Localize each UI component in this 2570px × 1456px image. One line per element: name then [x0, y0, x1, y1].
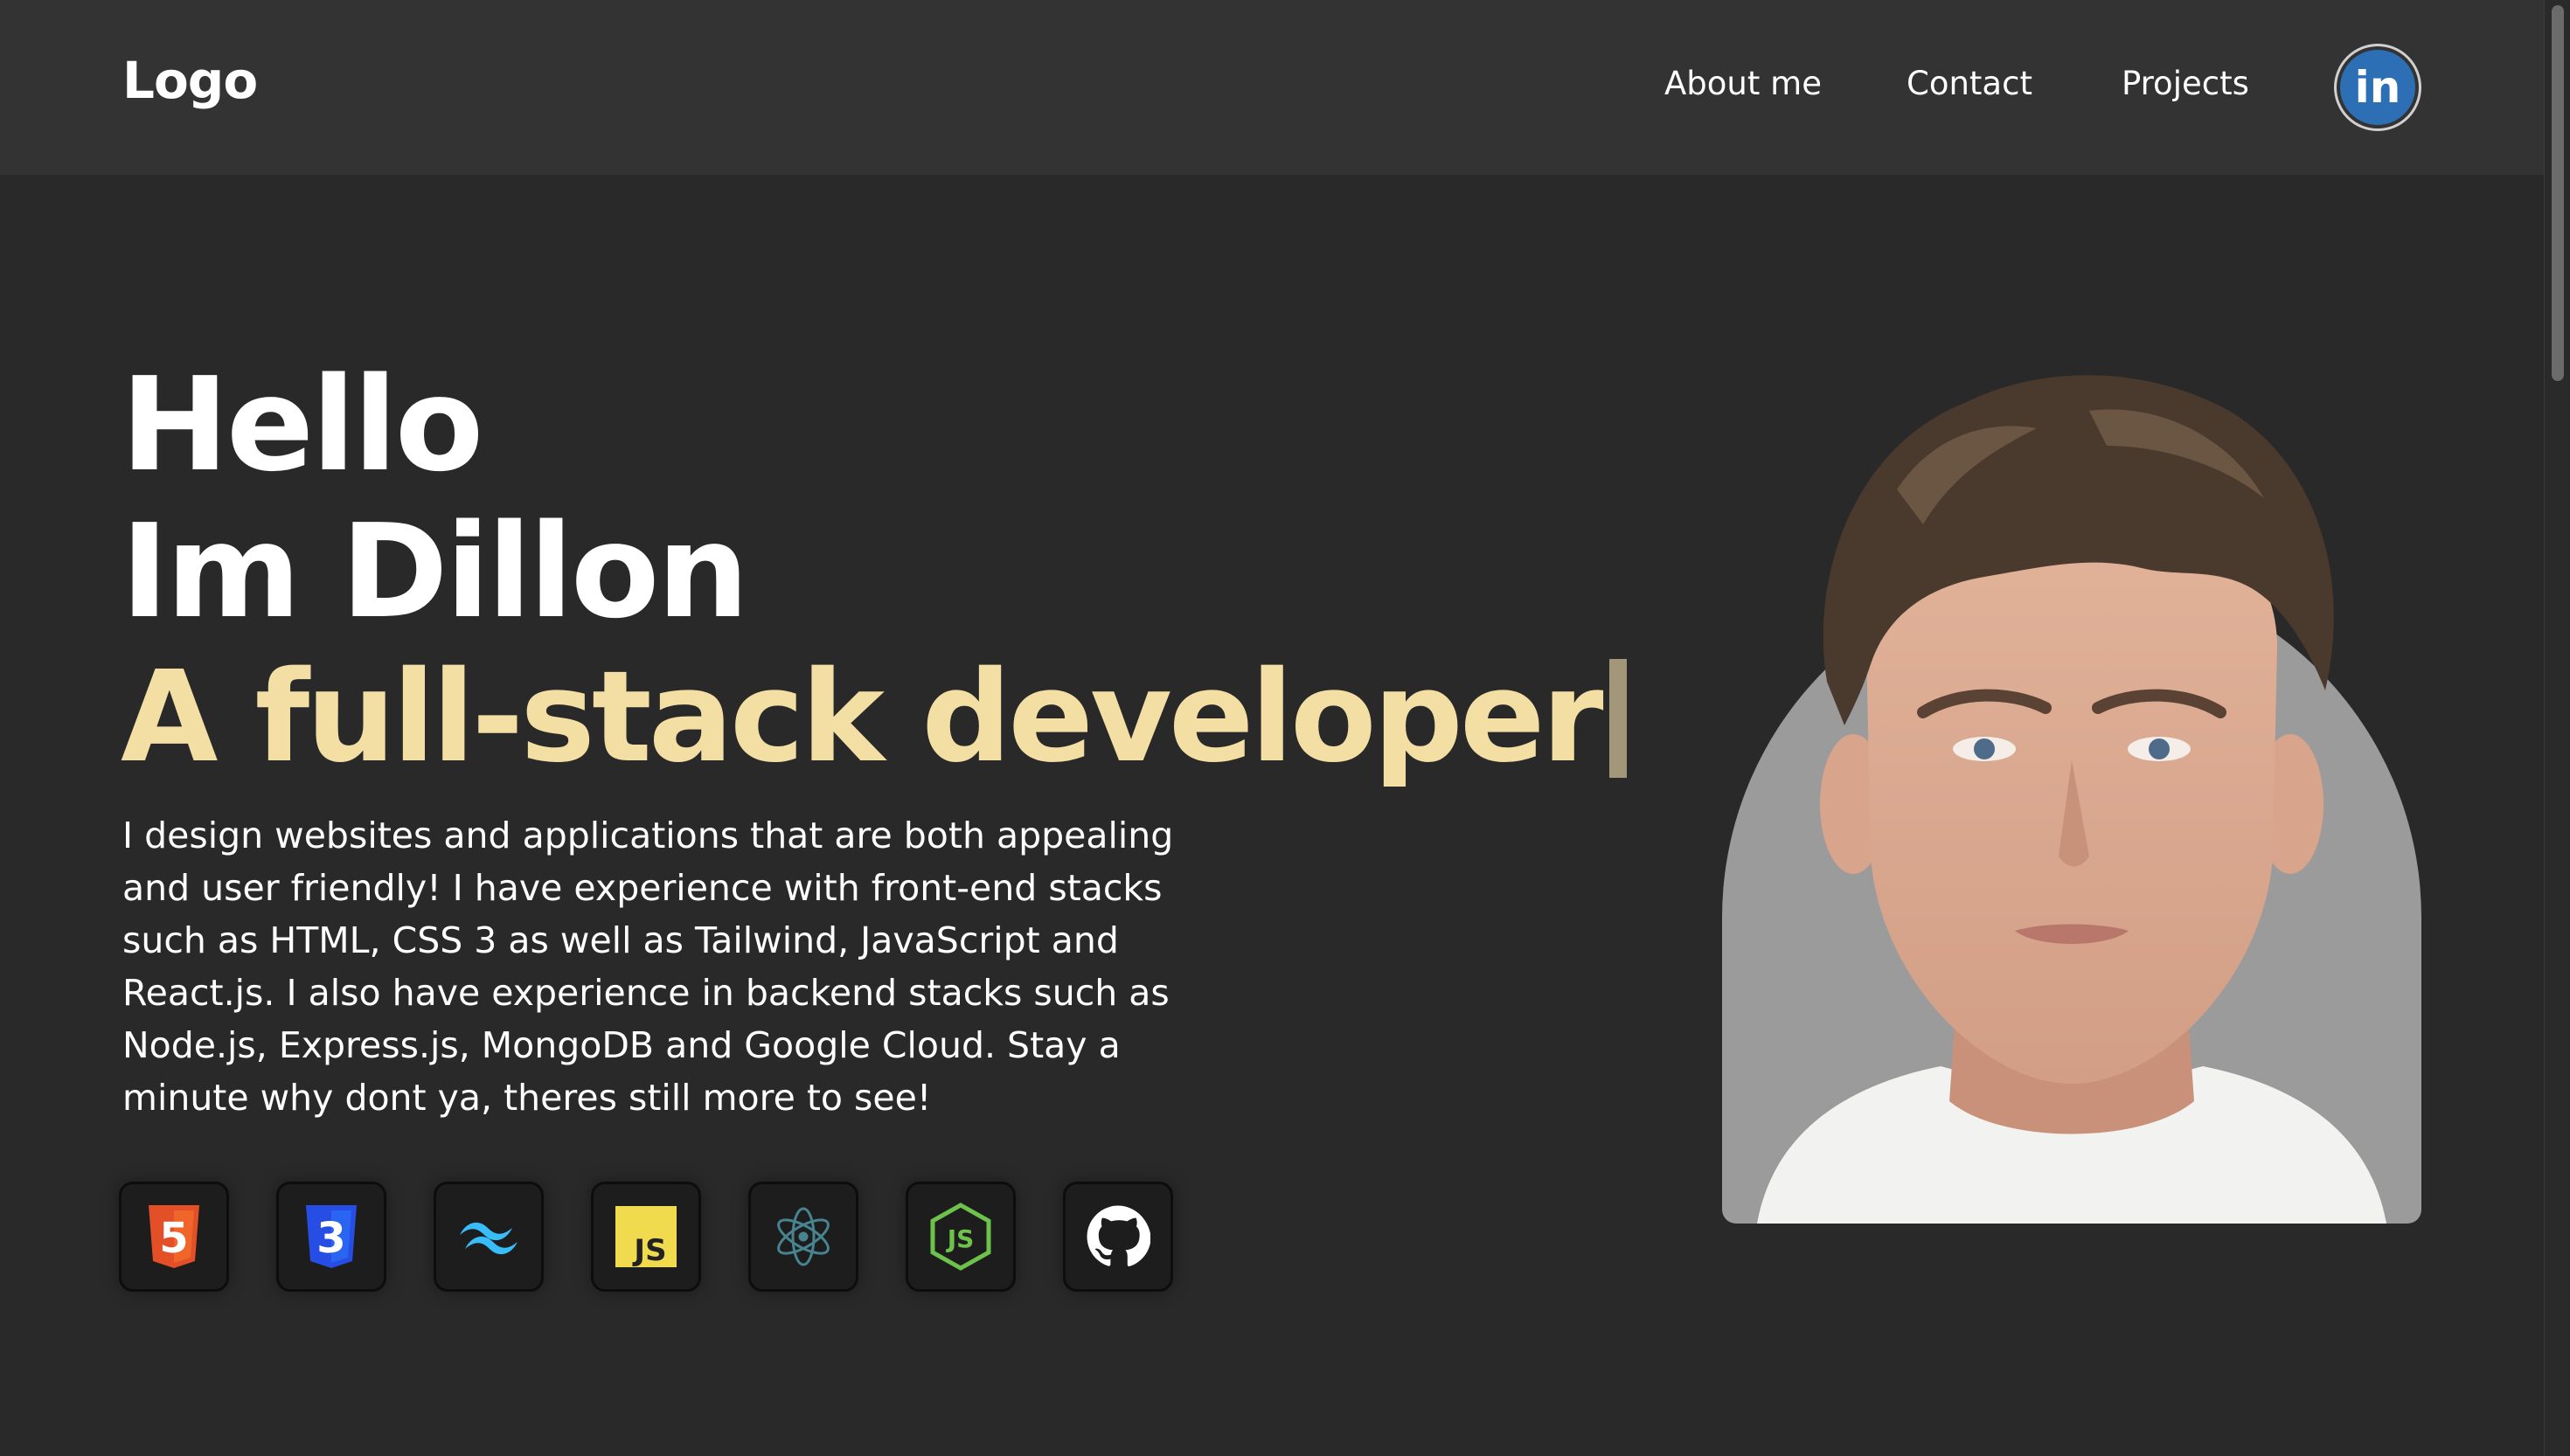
- logo[interactable]: Logo: [122, 51, 258, 110]
- electron-icon[interactable]: [748, 1182, 858, 1292]
- scrollbar[interactable]: [2544, 0, 2570, 1456]
- css3-icon[interactable]: 3: [276, 1182, 386, 1292]
- profile-photo: [1722, 315, 2421, 1224]
- top-header: Logo About me Contact Projects in: [0, 0, 2544, 175]
- hero-role: A full-stack developer: [121, 654, 1627, 780]
- scrollbar-thumb[interactable]: [2552, 5, 2564, 381]
- tech-stack-icons: 5 3 JS JS: [119, 1182, 1173, 1292]
- javascript-icon[interactable]: JS: [591, 1182, 701, 1292]
- html5-icon[interactable]: 5: [119, 1182, 229, 1292]
- css3-glyph: 3: [316, 1214, 345, 1263]
- nodejs-icon[interactable]: JS: [906, 1182, 1016, 1292]
- github-icon[interactable]: [1063, 1182, 1173, 1292]
- nodejs-glyph: JS: [946, 1224, 975, 1253]
- nav-contact[interactable]: Contact: [1907, 65, 2032, 102]
- hero-greeting: Hello: [121, 350, 483, 500]
- hero-bio: I design websites and applications that …: [122, 815, 1174, 1119]
- portrait-illustration: [1757, 375, 2386, 1224]
- html5-glyph: 5: [159, 1214, 188, 1263]
- tailwind-icon[interactable]: [434, 1182, 544, 1292]
- linkedin-button[interactable]: in: [2334, 44, 2421, 131]
- nav-projects[interactable]: Projects: [2122, 65, 2249, 102]
- nav-about-me[interactable]: About me: [1664, 65, 1822, 102]
- hero-role-text: A full-stack developer: [121, 643, 1604, 790]
- hero-name: Im Dillon: [121, 496, 749, 647]
- typing-cursor: [1608, 659, 1627, 778]
- javascript-glyph: JS: [632, 1233, 666, 1267]
- linkedin-icon: in: [2340, 50, 2415, 125]
